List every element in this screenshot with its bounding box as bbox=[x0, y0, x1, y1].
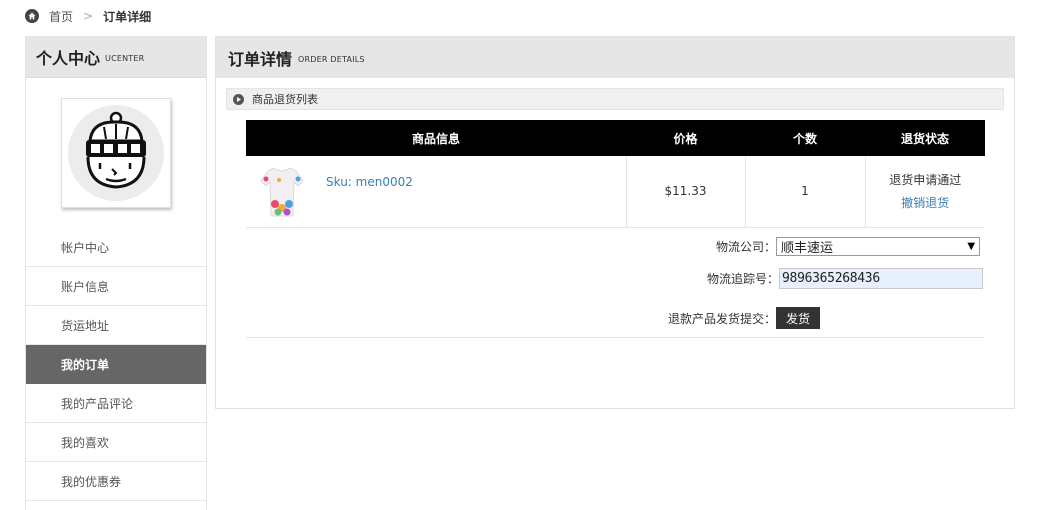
panel-header: 订单详情 ORDER DETAILS bbox=[216, 37, 1014, 78]
home-icon[interactable] bbox=[25, 9, 39, 23]
returns-section-bar[interactable]: 商品退货列表 bbox=[226, 88, 1004, 110]
product-cell: Sku: men0002 bbox=[246, 156, 626, 228]
breadcrumb: 首页 > 订单详细 bbox=[25, 7, 151, 25]
breadcrumb-separator: > bbox=[83, 9, 94, 23]
submit-row: 退款产品发货提交： 发货 bbox=[668, 307, 821, 329]
breadcrumb-home-link[interactable]: 首页 bbox=[49, 8, 73, 25]
section-label: 商品退货列表 bbox=[252, 93, 318, 106]
product-thumbnail[interactable] bbox=[260, 164, 304, 220]
carrier-select[interactable]: 顺丰速运 ▼ bbox=[776, 237, 981, 256]
play-circle-icon bbox=[233, 93, 244, 105]
carrier-row: 物流公司： 顺丰速运 ▼ bbox=[716, 237, 981, 256]
sidebar-item-my-reviews[interactable]: 我的产品评论 bbox=[26, 384, 206, 423]
avatar[interactable] bbox=[61, 98, 171, 208]
sidebar-item-account-info[interactable]: 账户信息 bbox=[26, 267, 206, 306]
triangle-down-icon: ▼ bbox=[967, 241, 976, 252]
sidebar-item-my-favorites[interactable]: 我的喜欢 bbox=[26, 423, 206, 462]
column-header-qty: 个数 bbox=[745, 120, 865, 156]
page-subtitle: ORDER DETAILS bbox=[298, 54, 365, 64]
tracking-row: 物流追踪号： 9896365268436 bbox=[707, 268, 984, 289]
tracking-label: 物流追踪号： bbox=[707, 272, 780, 286]
avatar-beanie-face-icon bbox=[68, 105, 164, 201]
sidebar-item-shipping-address[interactable]: 货运地址 bbox=[26, 306, 206, 345]
tracking-number-input[interactable]: 9896365268436 bbox=[779, 268, 984, 289]
product-sku-link[interactable]: Sku: men0002 bbox=[326, 175, 413, 189]
cancel-return-link[interactable]: 撤销退货 bbox=[866, 194, 986, 211]
order-details-panel: 订单详情 ORDER DETAILS 商品退货列表 商品信息 价格 个数 退货状… bbox=[215, 36, 1015, 409]
carrier-selected-value: 顺丰速运 bbox=[781, 241, 834, 256]
page-title: 订单详情 bbox=[228, 49, 293, 69]
sidebar-menu: 帐户中心 账户信息 货运地址 我的订单 我的产品评论 我的喜欢 我的优惠券 bbox=[26, 228, 206, 501]
breadcrumb-current: 订单详细 bbox=[103, 9, 152, 24]
table-header-row: 商品信息 价格 个数 退货状态 bbox=[246, 120, 985, 156]
form-divider bbox=[246, 337, 985, 338]
sidebar-title: 个人中心 bbox=[36, 49, 101, 68]
column-header-price: 价格 bbox=[626, 120, 745, 156]
carrier-label: 物流公司： bbox=[716, 240, 777, 254]
column-header-product: 商品信息 bbox=[246, 120, 626, 156]
table-row: Sku: men0002 $11.33 1 退货申请通过 撤销退货 bbox=[246, 156, 986, 228]
sidebar-subtitle: UCENTER bbox=[105, 54, 145, 63]
sidebar-header: 个人中心 UCENTER bbox=[26, 37, 206, 78]
user-center-sidebar: 个人中心 UCENTER 帐户中心 账户信息 货运地址 我的订单 我的产品评论 bbox=[25, 36, 207, 510]
qty-cell: 1 bbox=[744, 156, 865, 228]
ship-button[interactable]: 发货 bbox=[776, 307, 821, 329]
sidebar-item-my-orders[interactable]: 我的订单 bbox=[26, 345, 206, 384]
column-header-status: 退货状态 bbox=[865, 120, 985, 156]
return-status-text: 退货申请通过 bbox=[889, 173, 962, 188]
status-cell: 退货申请通过 撤销退货 bbox=[864, 156, 986, 228]
submit-label: 退款产品发货提交： bbox=[668, 311, 777, 326]
sidebar-item-account-center[interactable]: 帐户中心 bbox=[26, 228, 206, 267]
returns-table: 商品信息 价格 个数 退货状态 Sku: men0002 $11.33 1 退货… bbox=[246, 120, 985, 228]
sidebar-item-my-coupons[interactable]: 我的优惠券 bbox=[26, 462, 206, 501]
price-cell: $11.33 bbox=[625, 156, 745, 228]
